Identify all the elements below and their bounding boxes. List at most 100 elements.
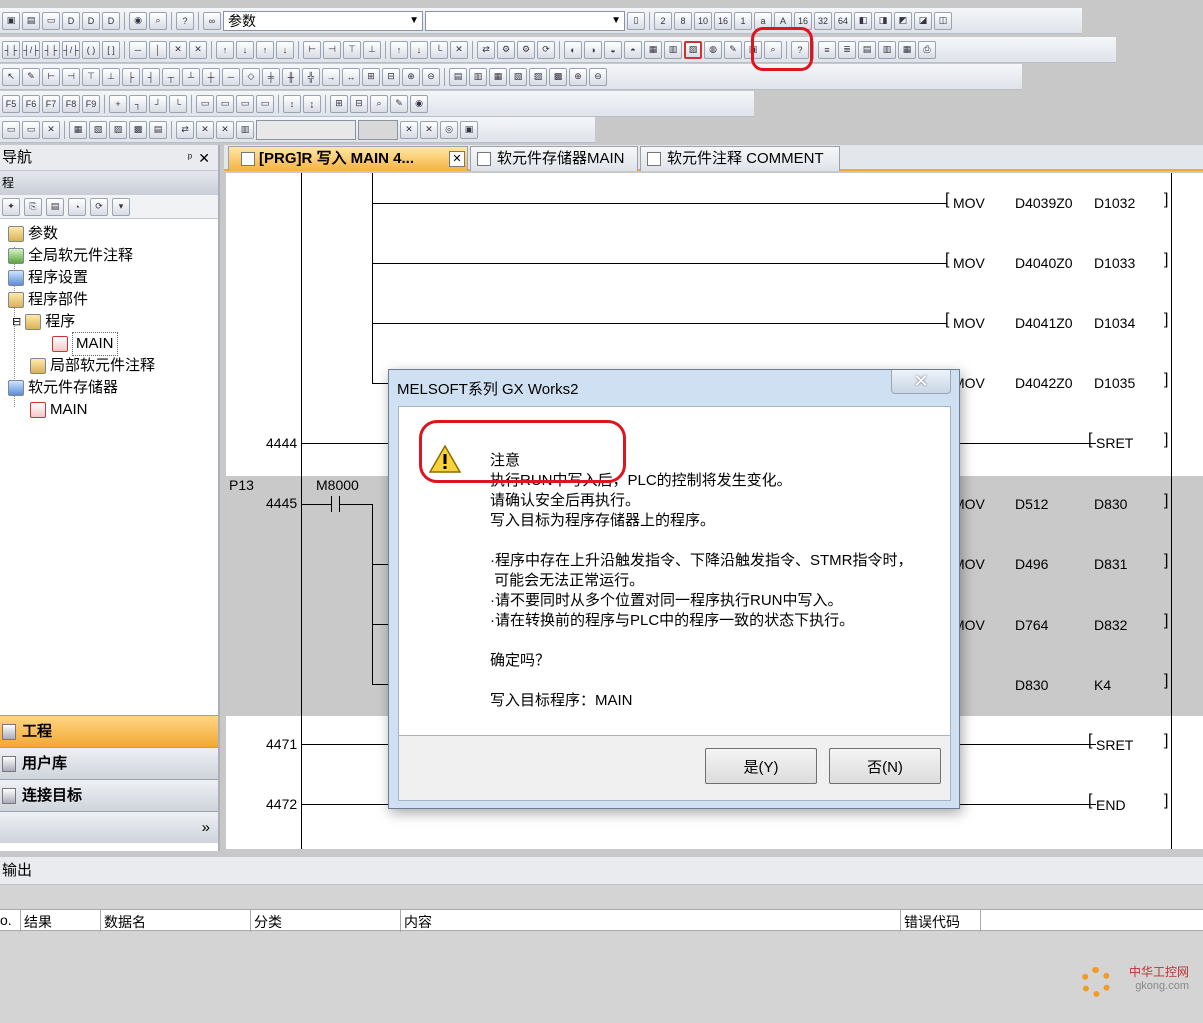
fb-h-icon[interactable]: ┘	[149, 94, 167, 113]
indent-icon[interactable]: ≣	[838, 40, 856, 59]
falling-icon[interactable]: ↓	[236, 40, 254, 59]
st-f-icon[interactable]: ▨	[109, 120, 127, 139]
coil-icon[interactable]: ( )	[82, 40, 100, 59]
st-d-icon[interactable]: ▦	[69, 120, 87, 139]
ladder-b-icon[interactable]: ⊣	[62, 67, 80, 86]
no-button[interactable]: 否(N)	[829, 748, 941, 784]
sfc-zoom-in-icon[interactable]: ⊕	[569, 67, 587, 86]
tree-view-icon[interactable]: ▾	[112, 197, 130, 216]
fb-t-icon[interactable]: ◉	[410, 94, 428, 113]
fb-k-icon[interactable]: ▭	[216, 94, 234, 113]
fb-b-icon[interactable]: F6	[22, 94, 40, 113]
ladder-l-icon[interactable]: ╫	[282, 67, 300, 86]
tool-b-icon[interactable]: ◨	[874, 11, 892, 30]
rising-p-icon[interactable]: ↑	[256, 40, 274, 59]
st-h-icon[interactable]: ▤	[149, 120, 167, 139]
fb-a-icon[interactable]: F5	[2, 94, 20, 113]
compile-icon[interactable]: ⚙	[497, 40, 515, 59]
stop-monitor-icon[interactable]: ◍	[704, 40, 722, 59]
convert-icon[interactable]: ⇄	[477, 40, 495, 59]
ladder-g-icon[interactable]: ┬	[162, 67, 180, 86]
ladder-o-icon[interactable]: ⊟	[382, 67, 400, 86]
fb-r-icon[interactable]: ⌕	[370, 94, 388, 113]
fb-i-icon[interactable]: └	[169, 94, 187, 113]
st-a-icon[interactable]: ▭	[2, 120, 20, 139]
fb-l-icon[interactable]: ▭	[236, 94, 254, 113]
fb-f-icon[interactable]: +	[109, 94, 127, 113]
dev-icon[interactable]: D	[62, 11, 80, 30]
copy-icon[interactable]: ⎘	[24, 197, 42, 216]
fb-q-icon[interactable]: ⊟	[350, 94, 368, 113]
op-b-icon[interactable]: ⊣	[323, 40, 341, 59]
sfc-d-icon[interactable]: ▧	[509, 67, 527, 86]
table-del-icon[interactable]: ▦	[898, 40, 916, 59]
sfc-c-icon[interactable]: ▦	[489, 67, 507, 86]
st-o-icon[interactable]: ◎	[440, 120, 458, 139]
st-n-icon[interactable]: ✕	[420, 120, 438, 139]
vline-icon[interactable]: │	[149, 40, 167, 59]
close-icon[interactable]: ✕	[198, 145, 210, 171]
column-header[interactable]: 结果	[24, 912, 52, 932]
search-plc-icon[interactable]: ◓	[624, 40, 642, 59]
monitor-write-icon[interactable]: ▥	[664, 40, 682, 59]
column-header[interactable]: 内容	[404, 912, 432, 932]
st-g-icon[interactable]: ▩	[129, 120, 147, 139]
fb-n-icon[interactable]: ↕	[283, 94, 301, 113]
pen-icon[interactable]: ✎	[22, 67, 40, 86]
collapse-icon[interactable]: ⊟	[12, 311, 21, 333]
ladder-n-icon[interactable]: ⊞	[362, 67, 380, 86]
op-c-icon[interactable]: ⊤	[343, 40, 361, 59]
nav-connection-button[interactable]: 连接目标	[0, 779, 218, 811]
st-b-icon[interactable]: ▭	[22, 120, 40, 139]
contact-no-icon[interactable]: ┤├	[2, 40, 20, 59]
fb-p-icon[interactable]: ⊞	[330, 94, 348, 113]
zoom-out-icon[interactable]: ⊖	[422, 67, 440, 86]
column-header[interactable]: 数据名	[104, 912, 146, 932]
hline-icon[interactable]: ─	[129, 40, 147, 59]
print-icon[interactable]: ⎙	[918, 40, 936, 59]
table-edit-icon[interactable]: ▥	[878, 40, 896, 59]
page-icon[interactable]: ▯	[627, 11, 645, 30]
fb-j-icon[interactable]: ▭	[196, 94, 214, 113]
table-icon[interactable]: ▤	[858, 40, 876, 59]
st-e-icon[interactable]: ▧	[89, 120, 107, 139]
fb-d-icon[interactable]: F8	[62, 94, 80, 113]
tree-item-local-comment[interactable]: 局部软元件注释	[30, 355, 155, 377]
tree-item-device-main[interactable]: MAIN	[30, 399, 88, 421]
find-icon[interactable]: ⌕	[149, 11, 167, 30]
sync-icon[interactable]: ⟳	[537, 40, 555, 59]
fb-o-icon[interactable]: ↨	[303, 94, 321, 113]
op-d-icon[interactable]: ⊥	[363, 40, 381, 59]
tab-device-comment[interactable]: 软元件注释 COMMENT	[640, 146, 840, 171]
nav-user-library-button[interactable]: 用户库	[0, 747, 218, 779]
dialog-close-button[interactable]: ✕	[891, 370, 951, 394]
dev-batch-icon[interactable]: D	[82, 11, 100, 30]
new-icon[interactable]: ✦	[2, 197, 20, 216]
tree-item-main[interactable]: MAIN	[52, 332, 118, 356]
rising-icon[interactable]: ↑	[216, 40, 234, 59]
delete-hline-icon[interactable]: ✕	[169, 40, 187, 59]
zoom-in-icon[interactable]: ⊕	[402, 67, 420, 86]
diamond-icon[interactable]: ◇	[242, 67, 260, 86]
pin-icon[interactable]: ᵖ	[188, 145, 192, 171]
line-tool-icon[interactable]: └	[430, 40, 448, 59]
write-plc-icon[interactable]: ◑	[584, 40, 602, 59]
paste-icon[interactable]: ▤	[46, 197, 64, 216]
ladder-k-icon[interactable]: ╪	[262, 67, 280, 86]
fb-c-icon[interactable]: F7	[42, 94, 60, 113]
nav-more-button[interactable]: »	[0, 811, 218, 843]
modify-icon[interactable]: ✎	[724, 40, 742, 59]
st-combo-2[interactable]	[358, 119, 398, 140]
ladder-f-icon[interactable]: ┤	[142, 67, 160, 86]
compile-all-icon[interactable]: ⚙	[517, 40, 535, 59]
project-icon[interactable]: ▣	[2, 11, 20, 30]
sfc-a-icon[interactable]: ▤	[449, 67, 467, 86]
format-2-icon[interactable]: 2	[654, 11, 672, 30]
fb-e-icon[interactable]: F9	[82, 94, 100, 113]
close-icon[interactable]: ✕	[449, 151, 465, 167]
st-combo[interactable]	[256, 119, 356, 140]
read-plc-icon[interactable]: ◐	[564, 40, 582, 59]
sfc-e-icon[interactable]: ▨	[529, 67, 547, 86]
refresh-icon[interactable]: ⟳	[90, 197, 108, 216]
st-p-icon[interactable]: ▣	[460, 120, 478, 139]
